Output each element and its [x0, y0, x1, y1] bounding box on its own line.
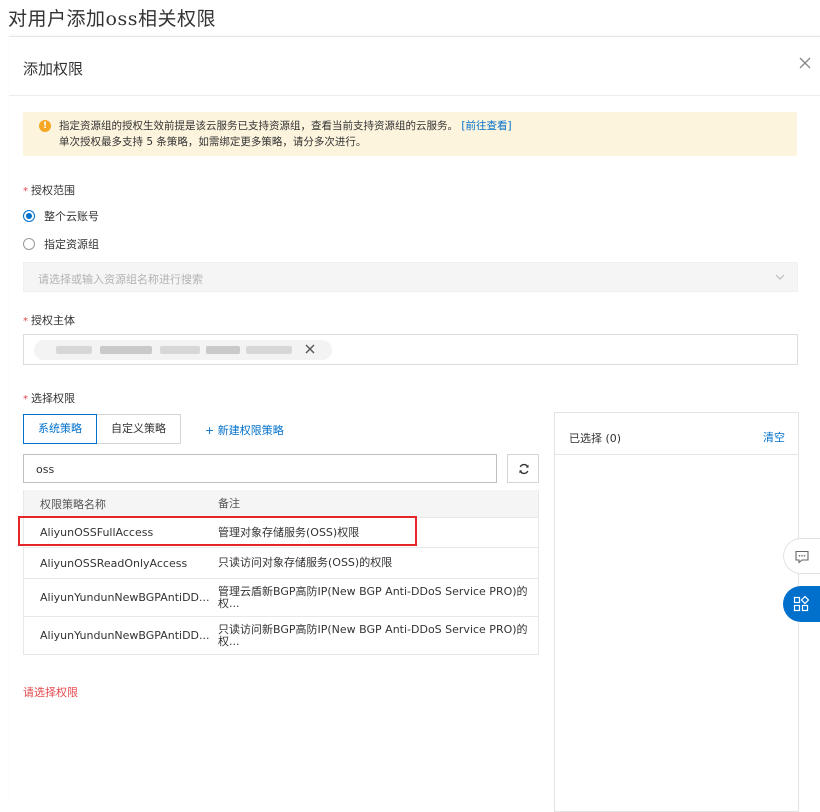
policy-type-tabs: 系统策略 自定义策略: [23, 414, 181, 444]
close-icon[interactable]: [798, 56, 812, 70]
column-header-note: 备注: [218, 496, 240, 510]
apps-button[interactable]: [783, 586, 820, 622]
policy-note: 只读访问对象存储服务(OSS)的权限: [218, 556, 393, 569]
column-header-name: 权限策略名称: [40, 497, 106, 511]
new-policy-link[interactable]: + 新建权限策略: [205, 422, 284, 438]
principal-label-text: 授权主体: [31, 314, 75, 327]
info-alert: ! 指定资源组的授权生效前提是该云服务已支持资源组，查看当前支持资源组的云服务。…: [23, 112, 797, 156]
alert-line-1: 指定资源组的授权生效前提是该云服务已支持资源组，查看当前支持资源组的云服务。 […: [59, 118, 512, 133]
tag-remove-icon[interactable]: [304, 343, 316, 355]
alert-line-2: 单次授权最多支持 5 条策略，如需绑定更多策略，请分多次进行。: [59, 136, 367, 148]
tab-system-policy[interactable]: 系统策略: [23, 414, 97, 444]
feedback-icon: [795, 550, 809, 564]
policy-name: AliyunOSSFullAccess: [40, 526, 154, 539]
radio-label: 整个云账号: [44, 210, 99, 223]
permissions-label: * 选择权限: [23, 390, 75, 406]
view-supported-services-link[interactable]: [前往查看]: [461, 120, 511, 132]
refresh-icon: [519, 463, 529, 475]
select-placeholder: 请选择或输入资源组名称进行搜索: [38, 273, 203, 286]
redacted-text: [206, 346, 240, 354]
principal-input[interactable]: [23, 334, 798, 365]
policy-note: 只读访问新BGP高防IP(New BGP Anti-DDoS Service P…: [218, 622, 528, 648]
resource-group-select: 请选择或输入资源组名称进行搜索: [23, 262, 798, 292]
clear-button[interactable]: 清空: [763, 429, 785, 445]
redacted-text: [56, 346, 92, 354]
selected-count: 已选择 (0): [569, 432, 622, 445]
permissions-label-text: 选择权限: [31, 392, 75, 405]
radio-resource-group[interactable]: 指定资源组: [23, 236, 99, 252]
principal-tag: [34, 340, 332, 360]
required-mark: *: [23, 186, 28, 197]
radio-checked-icon[interactable]: [23, 210, 35, 222]
table-header: 权限策略名称 备注: [24, 490, 538, 518]
table-row[interactable]: AliyunYundunNewBGPAntiDD... 只读访问新BGP高防IP…: [24, 617, 538, 655]
warning-icon: !: [39, 120, 51, 132]
policy-name: AliyunYundunNewBGPAntiDD...: [40, 591, 210, 604]
selected-header: 已选择 (0) 清空: [555, 413, 798, 455]
title-divider: [9, 95, 820, 96]
dialog-title: 添加权限: [23, 60, 84, 78]
feedback-button[interactable]: [783, 538, 820, 574]
validation-error: 请选择权限: [23, 686, 78, 699]
refresh-button[interactable]: [507, 454, 539, 483]
policy-name: AliyunOSSReadOnlyAccess: [40, 556, 188, 570]
selected-policies-panel: 已选择 (0) 清空: [554, 412, 799, 812]
table-row[interactable]: AliyunOSSFullAccess 管理对象存储服务(OSS)权限: [24, 518, 538, 548]
chevron-down-icon: [775, 274, 785, 280]
search-value: oss: [36, 463, 55, 476]
redacted-text: [160, 346, 200, 354]
policy-name: AliyunYundunNewBGPAntiDD...: [40, 629, 210, 642]
policy-note: 管理云盾新BGP高防IP(New BGP Anti-DDoS Service P…: [218, 584, 528, 610]
table-row[interactable]: AliyunOSSReadOnlyAccess 只读访问对象存储服务(OSS)的…: [24, 548, 538, 579]
alert-text-1: 指定资源组的授权生效前提是该云服务已支持资源组，查看当前支持资源组的云服务。: [59, 120, 458, 132]
required-mark: *: [23, 394, 28, 405]
apps-grid-icon: [793, 596, 809, 612]
policy-note: 管理对象存储服务(OSS)权限: [218, 525, 360, 539]
policy-search-input[interactable]: oss: [23, 454, 497, 483]
policy-table: 权限策略名称 备注 AliyunOSSFullAccess 管理对象存储服务(O…: [23, 490, 539, 655]
table-row[interactable]: AliyunYundunNewBGPAntiDD... 管理云盾新BGP高防IP…: [24, 579, 538, 617]
principal-label: * 授权主体: [23, 312, 75, 328]
scope-label-text: 授权范围: [31, 184, 75, 197]
radio-whole-account[interactable]: 整个云账号: [23, 208, 99, 224]
redacted-text: [246, 346, 292, 354]
tab-custom-policy[interactable]: 自定义策略: [97, 414, 181, 444]
required-mark: *: [23, 316, 28, 327]
add-permission-dialog: 添加权限 ! 指定资源组的授权生效前提是该云服务已支持资源组，查看当前支持资源组…: [9, 36, 820, 812]
radio-unchecked-icon[interactable]: [23, 238, 35, 250]
scope-label: * 授权范围: [23, 182, 75, 198]
redacted-text: [100, 346, 152, 354]
radio-label: 指定资源组: [44, 238, 99, 251]
document-heading: 对用户添加oss相关权限: [8, 8, 216, 30]
